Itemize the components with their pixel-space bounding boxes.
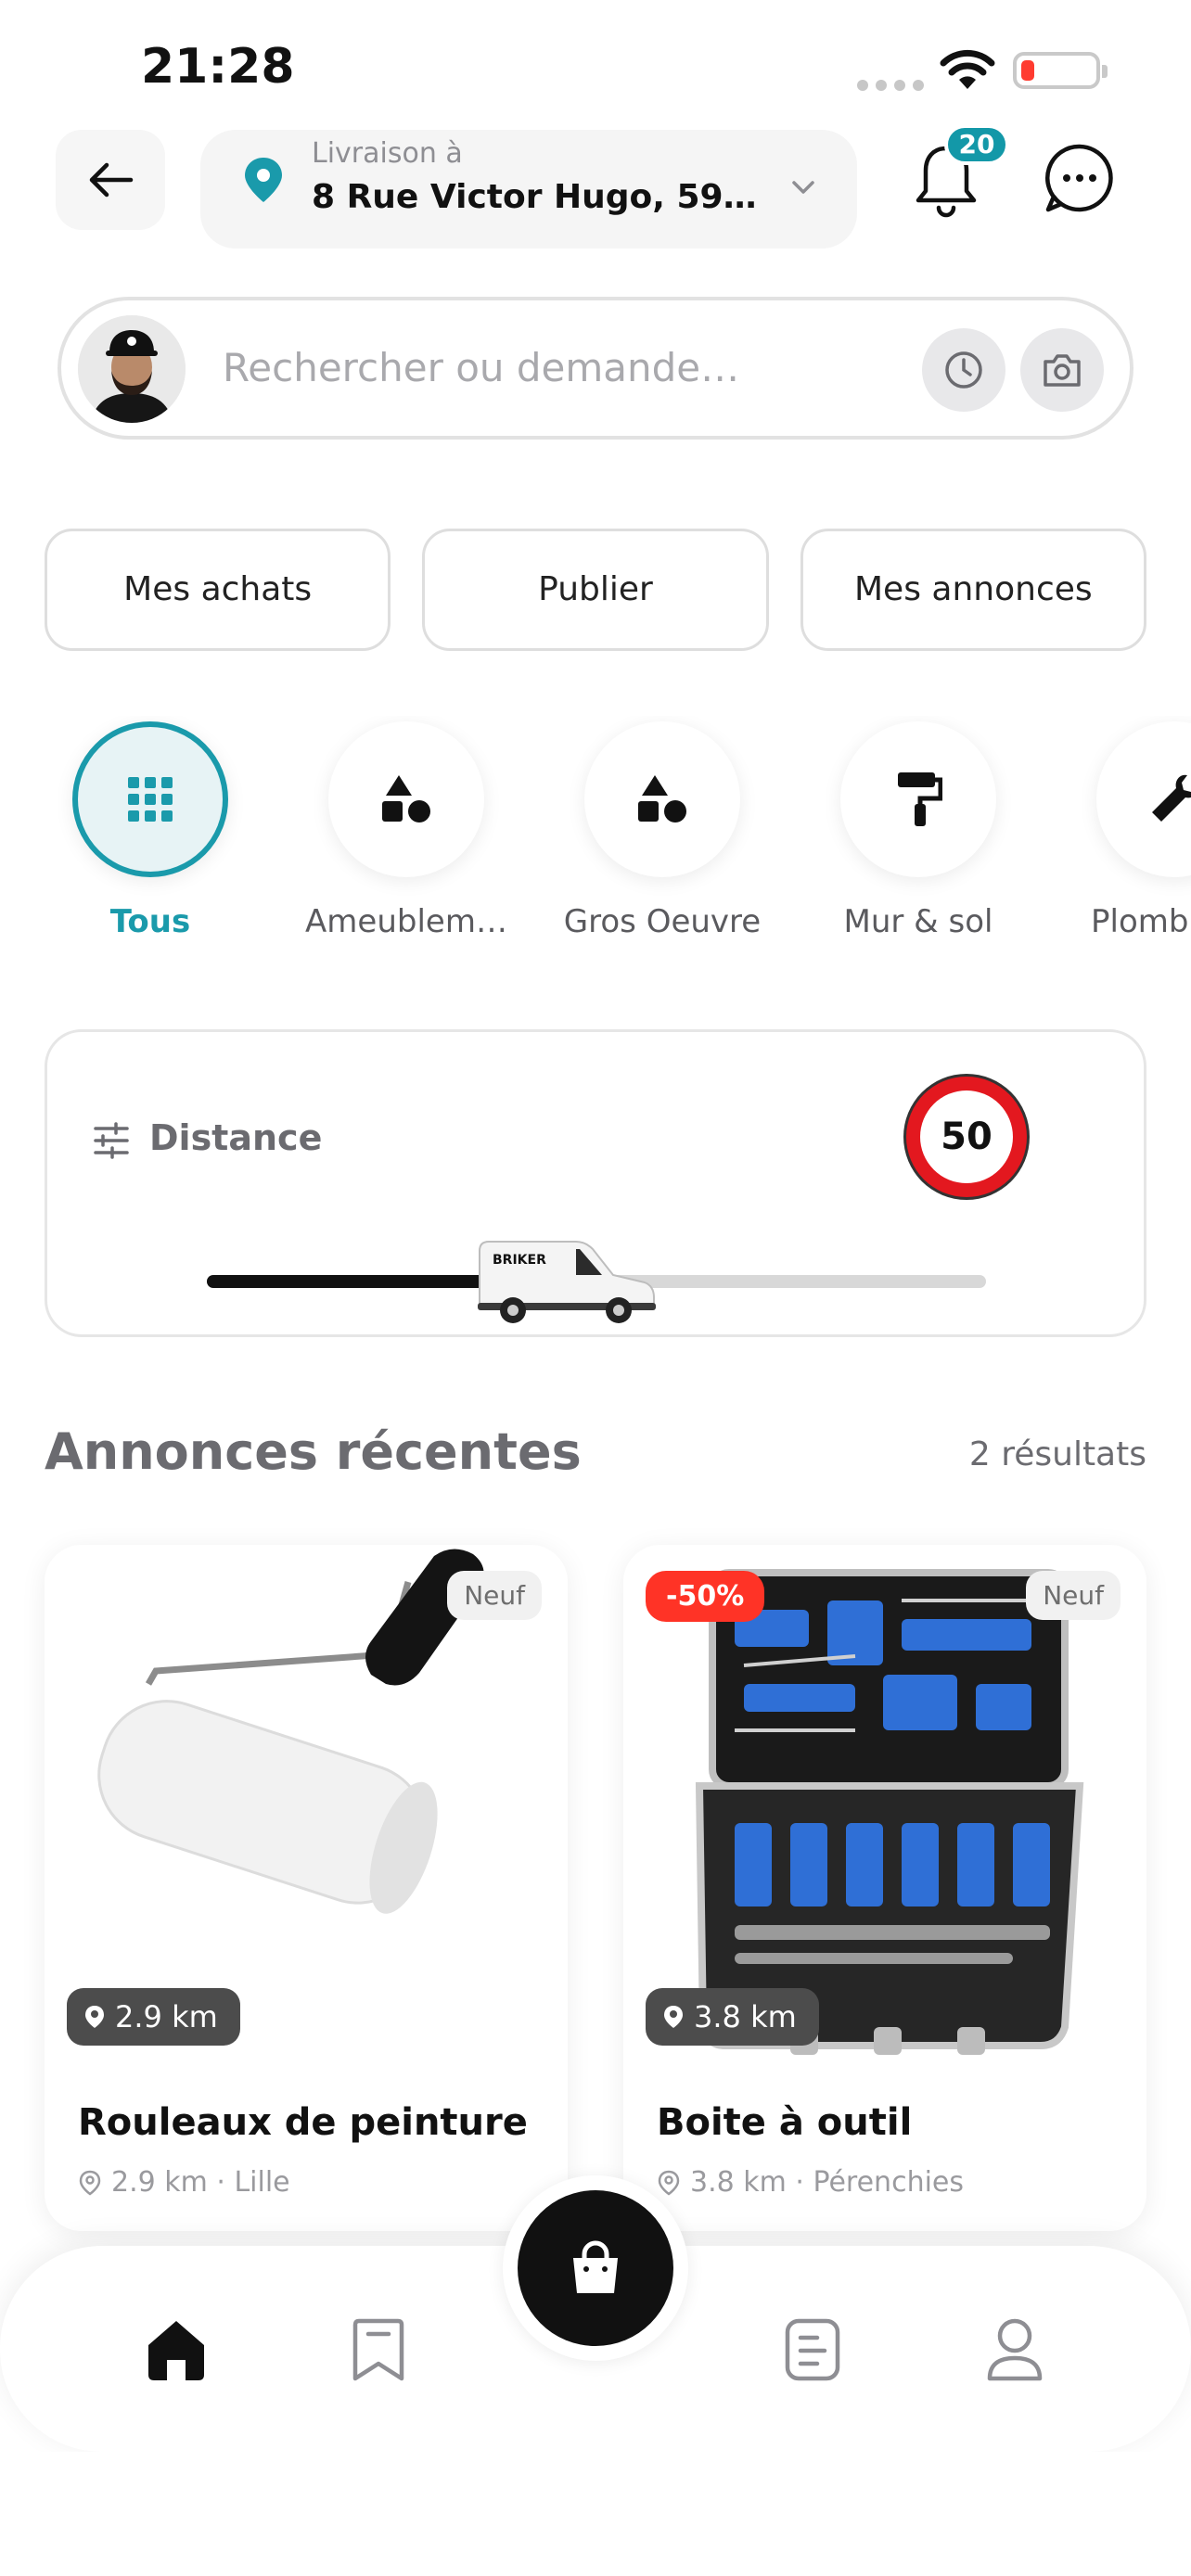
category-label: Tous [109,903,191,940]
category-list: Tous Ameublem… Gros Oeuvre Mur & sol Plo… [0,716,1191,957]
location-pin-outline-icon [658,2170,680,2196]
category-all[interactable]: Tous [20,716,280,940]
category-wall-floor[interactable]: Mur & sol [788,716,1048,940]
chat-bubble-icon[interactable] [1044,143,1115,213]
nav-saved[interactable] [341,2313,416,2387]
distance-filter-card: Distance 50 BRIKER [45,1029,1146,1337]
delivery-label: Livraison à [312,137,463,170]
bookmark-icon [352,2318,404,2381]
clock-icon [945,351,982,389]
delivery-van-icon[interactable]: BRIKER [472,1223,658,1325]
listing-card[interactable]: -50% Neuf 3.8 km Boite à outil 3.8 km · … [623,1545,1146,2231]
distance-label: Distance [149,1117,323,1158]
search-bar[interactable]: Rechercher ou demander à Rach… [58,297,1133,440]
camera-icon [1044,354,1081,387]
location-pin-outline-icon [79,2170,101,2196]
paint-roller-icon [898,772,942,826]
category-plumbing[interactable]: Plomb [1044,716,1191,940]
location-pin-icon [245,158,282,202]
distance-chip: 2.9 km [67,1988,240,2046]
shapes-icon [382,775,430,823]
user-icon [987,2318,1043,2381]
delivery-address-selector[interactable]: Livraison à 8 Rue Victor Hugo, 59160… [200,130,857,249]
listing-title: Boite à outil [657,2101,913,2144]
grid-icon [128,777,173,822]
listing-location-text: 2.9 km · Lille [111,2166,290,2199]
distance-value: 50 [920,1090,1013,1183]
category-label: Plomb [1091,903,1189,940]
result-count: 2 résultats [968,1435,1146,1473]
shapes-icon [638,775,686,823]
shopping-bag-icon [573,2240,618,2293]
condition-badge: Neuf [1026,1571,1121,1620]
cart-button[interactable] [518,2190,673,2346]
delivery-address: 8 Rue Victor Hugo, 59160… [312,178,775,216]
avatar[interactable] [78,315,186,423]
listing-location: 2.9 km · Lille [78,2166,290,2199]
paint-roller-image [45,1545,568,2064]
wrench-icon [1152,774,1191,822]
document-icon [785,2318,840,2381]
listing-location: 3.8 km · Pérenchies [657,2166,964,2199]
location-pin-icon [85,2006,104,2028]
camera-search-button[interactable] [1020,328,1104,412]
nav-home[interactable] [139,2313,213,2387]
distance-chip-label: 3.8 km [694,1999,797,2034]
sliders-icon [94,1122,129,1159]
status-bar: 21:28 [0,0,1191,130]
battery-icon [1013,52,1108,89]
publish-button[interactable]: Publier [422,529,769,651]
category-label: Mur & sol [843,903,993,940]
category-label: Gros Oeuvre [563,903,762,940]
location-pin-icon [664,2006,683,2028]
home-icon [148,2321,204,2380]
history-button[interactable] [922,328,1005,412]
search-input[interactable]: Rechercher ou demander à Rach… [223,345,742,390]
toolbox-image [623,1545,1146,2064]
wifi-icon [940,49,995,89]
notification-count-badge: 20 [944,124,1009,165]
condition-badge: Neuf [447,1571,542,1620]
quick-actions: Mes achats Publier Mes annonces [45,529,1146,651]
arrow-left-icon [89,162,134,198]
status-time: 21:28 [141,39,295,95]
listing-location-text: 3.8 km · Pérenchies [690,2166,965,2199]
category-furniture[interactable]: Ameublem… [276,716,536,940]
listing-title: Rouleaux de peinture [78,2101,528,2144]
van-logo-text: BRIKER [493,1253,546,1268]
listing-card[interactable]: Neuf 2.9 km Rouleaux de peinture 2.9 km … [45,1545,568,2231]
section-title: Annonces récentes [45,1422,582,1481]
chevron-down-icon [792,181,814,194]
nav-profile[interactable] [978,2313,1052,2387]
category-structural-work[interactable]: Gros Oeuvre [532,716,792,940]
user-portrait-icon [78,315,186,423]
discount-badge: -50% [646,1571,765,1622]
distance-chip-label: 2.9 km [115,1999,218,2034]
my-purchases-button[interactable]: Mes achats [45,529,391,651]
back-button[interactable] [56,130,165,230]
distance-chip: 3.8 km [646,1988,819,2046]
speed-limit-sign: 50 [906,1077,1027,1197]
category-label: Ameublem… [305,903,507,940]
nav-orders[interactable] [775,2313,850,2387]
home-indicator-area [0,2452,1191,2576]
my-listings-button[interactable]: Mes annonces [800,529,1146,651]
cellular-signal-icon [857,80,924,91]
